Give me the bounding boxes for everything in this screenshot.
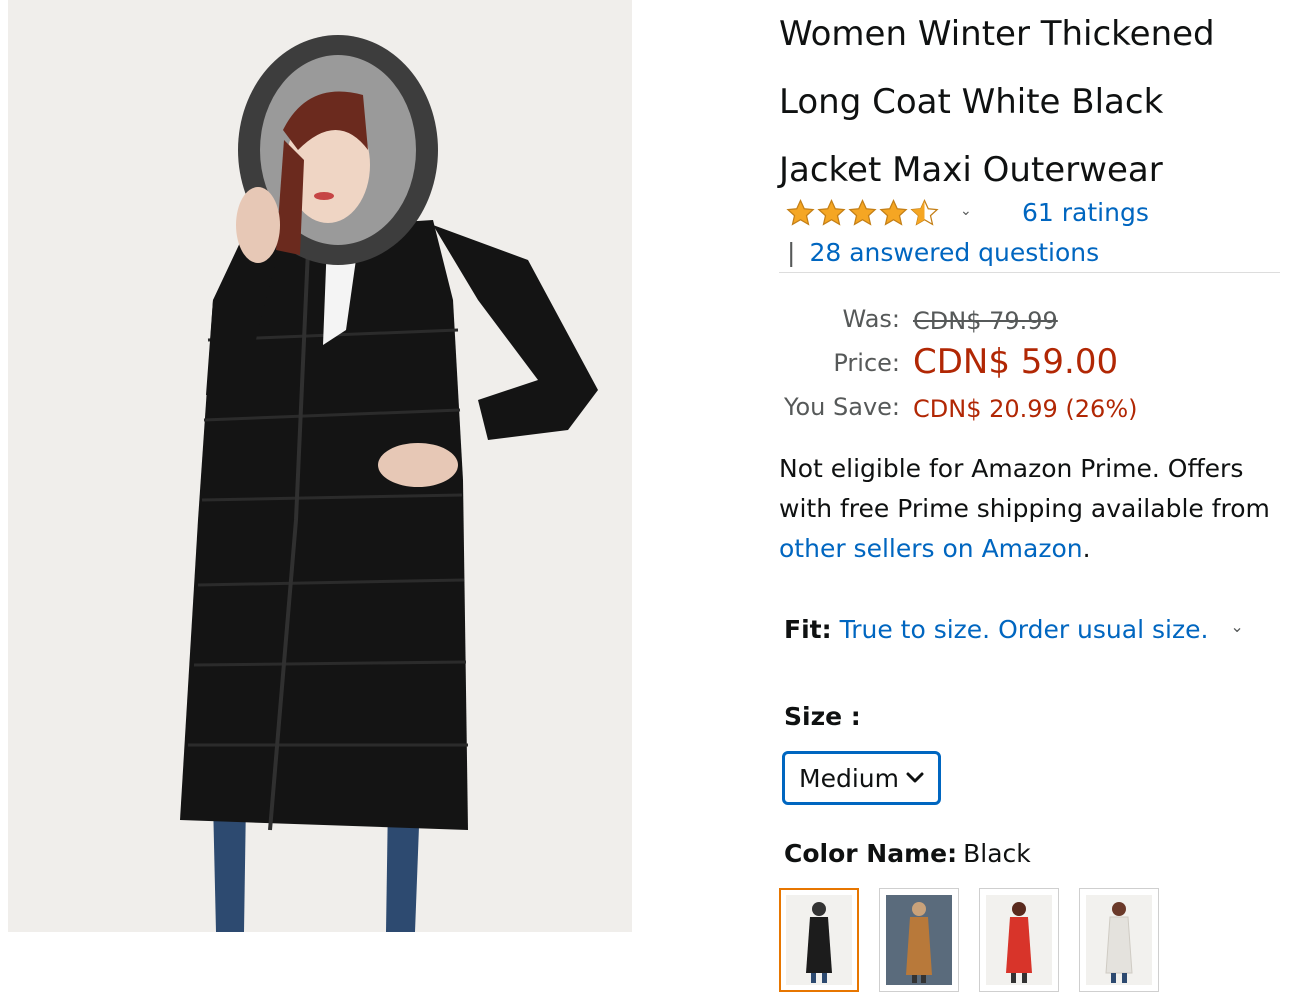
star-rating[interactable]: ⌄	[785, 196, 972, 230]
color-name-row: Color Name: Black	[784, 836, 1031, 872]
product-title: Women Winter Thickened Long Coat White B…	[779, 0, 1284, 204]
price-label: Price:	[833, 349, 900, 377]
star-full-icon	[848, 198, 877, 226]
fit-link[interactable]: True to size. Order usual size.	[840, 612, 1209, 648]
swatch-thumbnail-red	[986, 895, 1052, 985]
star-half-icon	[910, 198, 939, 226]
was-label: Was:	[842, 305, 901, 333]
star-full-icon	[879, 198, 908, 226]
swatch-camel[interactable]	[879, 888, 959, 992]
color-label: Color Name:	[784, 839, 958, 868]
swatch-white[interactable]	[1079, 888, 1159, 992]
color-value: Black	[963, 839, 1031, 868]
ratings-link[interactable]: 61 ratings	[1022, 196, 1149, 230]
chevron-down-icon	[906, 772, 924, 783]
answered-questions-row: | 28 answered questions	[787, 236, 1099, 270]
chevron-down-icon[interactable]: ⌄	[1230, 609, 1243, 645]
star-full-icon	[786, 198, 815, 226]
product-image[interactable]	[8, 0, 632, 932]
swatch-thumbnail-camel	[886, 895, 952, 985]
fit-info: Fit: True to size. Order usual size. ⌄	[784, 612, 1244, 648]
current-price: CDN$ 59.00	[913, 342, 1119, 382]
divider	[779, 272, 1280, 273]
prime-note-text: Not eligible for Amazon Prime. Offers wi…	[779, 454, 1270, 523]
chevron-down-icon[interactable]: ⌄	[960, 203, 972, 219]
size-selected-value: Medium	[799, 763, 899, 793]
other-sellers-link[interactable]: other sellers on Amazon	[779, 534, 1083, 563]
was-price: CDN$ 79.99	[913, 307, 1058, 335]
product-title-line-1: Women Winter Thickened	[779, 14, 1215, 54]
answered-questions-link[interactable]: 28 answered questions	[809, 238, 1099, 267]
star-full-icon	[817, 198, 846, 226]
swatch-thumbnail-black	[786, 895, 852, 985]
size-dropdown[interactable]: Medium	[782, 751, 941, 805]
color-swatches	[779, 888, 1159, 992]
swatch-thumbnail-white	[1086, 895, 1152, 985]
savings-value: CDN$ 20.99 (26%)	[913, 395, 1138, 423]
swatch-red[interactable]	[979, 888, 1059, 992]
product-title-line-2: Long Coat White Black	[779, 82, 1164, 122]
fit-label: Fit:	[784, 615, 832, 644]
prime-note-period: .	[1082, 534, 1091, 563]
product-title-line-3: Jacket Maxi Outerwear	[779, 150, 1163, 190]
size-label: Size :	[784, 702, 861, 731]
prime-eligibility-note: Not eligible for Amazon Prime. Offers wi…	[779, 449, 1284, 569]
separator: |	[787, 238, 796, 267]
swatch-black[interactable]	[779, 888, 859, 992]
savings-label: You Save:	[784, 393, 900, 421]
stars	[785, 198, 940, 228]
